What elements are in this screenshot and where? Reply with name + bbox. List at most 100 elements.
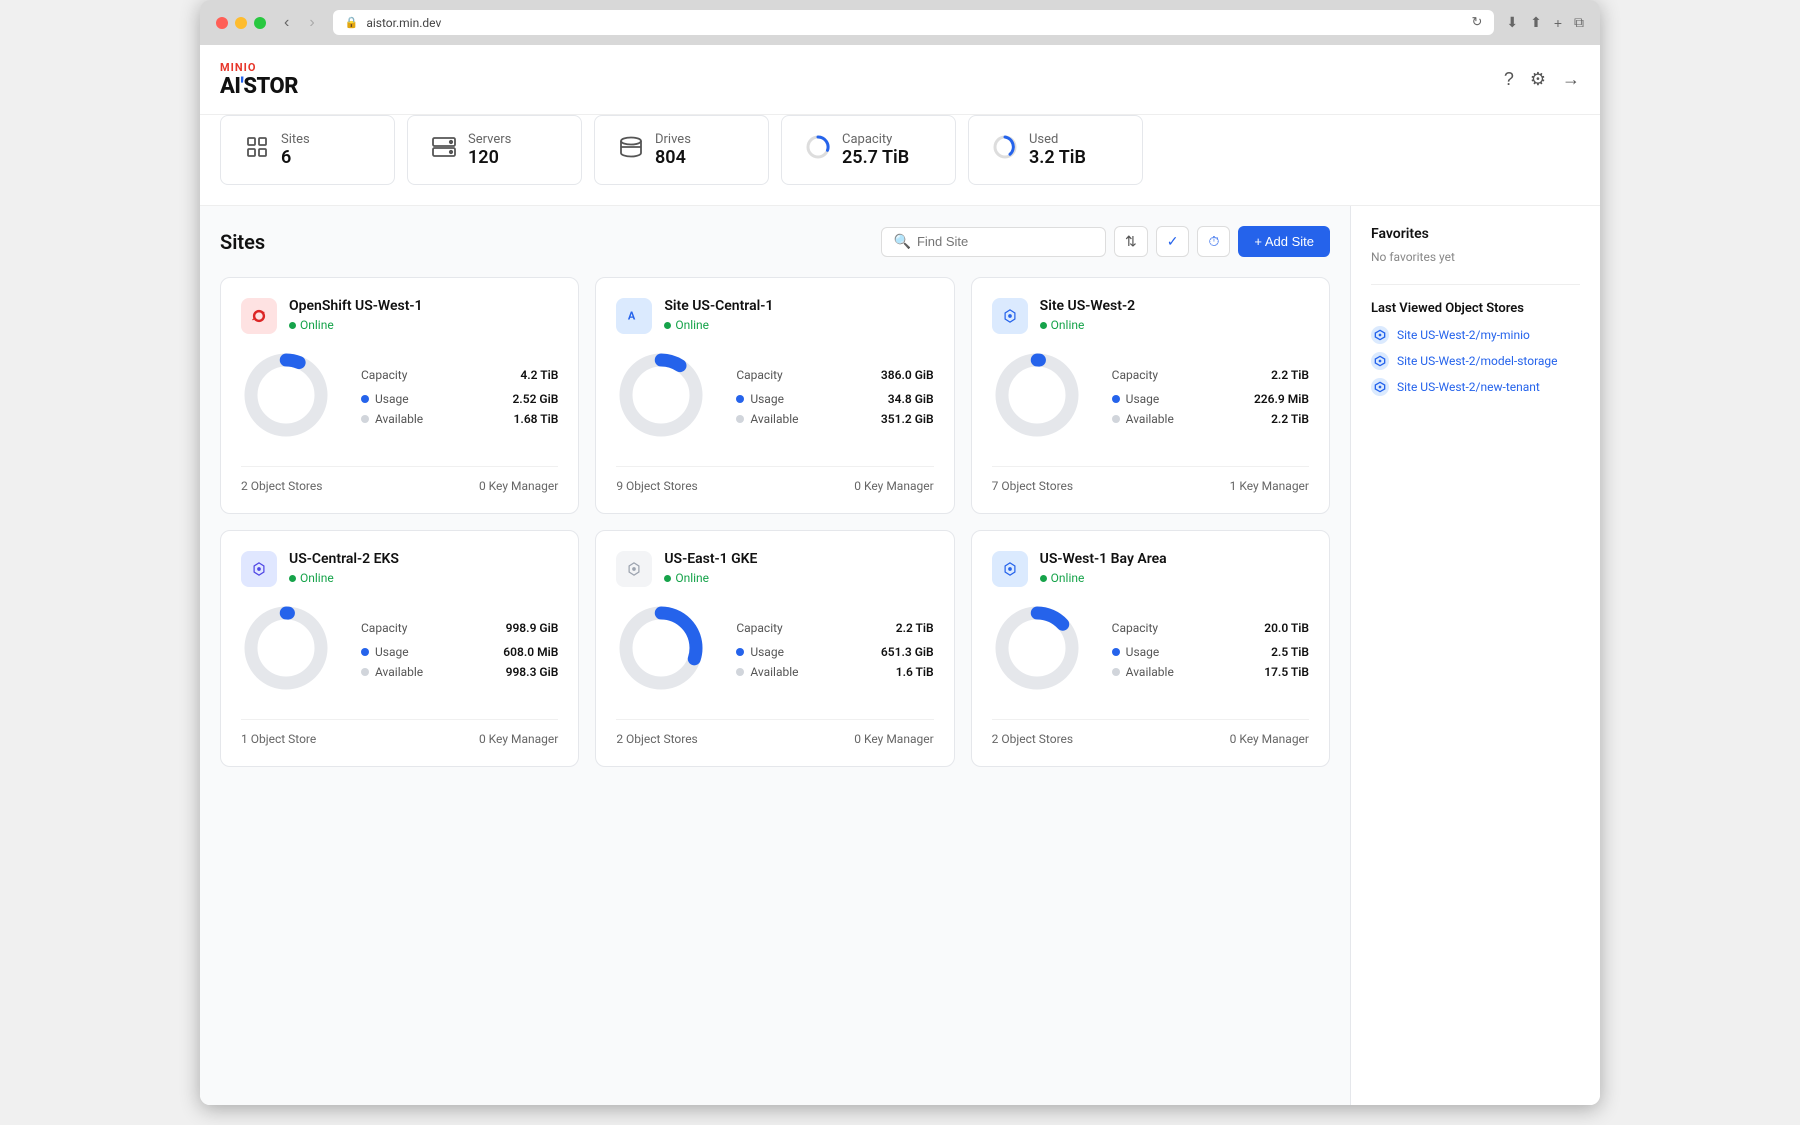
key-manager-count: 0 Key Manager <box>479 732 558 746</box>
donut-chart <box>992 350 1092 450</box>
available-row: Available 17.5 TiB <box>1112 665 1309 679</box>
object-stores-count: 2 Object Stores <box>241 479 322 493</box>
site-info: US-West-1 Bay Area Online <box>1040 551 1309 585</box>
capacity-value: 4.2 TiB <box>520 368 558 382</box>
capacity-label: Capacity <box>361 368 407 382</box>
site-card-site-us-central-1[interactable]: A Site US-Central-1 Online Capacity 386.… <box>595 277 954 514</box>
stat-info-capacity: Capacity 25.7 TiB <box>842 132 909 168</box>
usage-row: Usage 608.0 MiB <box>361 645 558 659</box>
sort-button[interactable]: ⇅ <box>1114 226 1148 257</box>
site-card-site-us-west-2[interactable]: Site US-West-2 Online Capacity 2.2 TiB <box>971 277 1330 514</box>
browser-titlebar: ‹ › 🔒 aistor.min.dev ↻ ⬇ ⬆ + ⧉ <box>200 0 1600 45</box>
site-card-header: A Site US-Central-1 Online <box>616 298 933 334</box>
settings-button[interactable]: ⚙ <box>1530 69 1546 90</box>
usage-row: Usage 2.5 TiB <box>1112 645 1309 659</box>
capacity-label: Capacity <box>361 621 407 635</box>
tabs-icon[interactable]: ⧉ <box>1574 14 1584 31</box>
usage-label-group: Usage <box>1112 645 1160 659</box>
minimize-traffic-light[interactable] <box>235 17 247 29</box>
usage-value: 34.8 GiB <box>888 392 934 406</box>
capacity-row: Capacity 4.2 TiB <box>361 368 558 382</box>
browser-nav-buttons: ‹ › <box>278 12 321 34</box>
site-card-header: Site US-West-2 Online <box>992 298 1309 334</box>
add-tab-icon[interactable]: + <box>1554 14 1562 31</box>
key-manager-count: 0 Key Manager <box>479 479 558 493</box>
metrics-info: Capacity 4.2 TiB Usage 2.52 GiB Availabl… <box>361 368 558 432</box>
logout-button[interactable]: → <box>1562 69 1580 90</box>
donut-chart <box>616 350 716 450</box>
last-viewed-item-2[interactable]: Site US-West-2/new-tenant <box>1371 378 1580 396</box>
reload-icon[interactable]: ↻ <box>1471 15 1482 30</box>
usage-row: Usage 2.52 GiB <box>361 392 558 406</box>
used-value: 3.2 TiB <box>1029 147 1086 168</box>
close-traffic-light[interactable] <box>216 17 228 29</box>
usage-dot <box>361 395 369 403</box>
usage-dot <box>361 648 369 656</box>
address-bar[interactable]: 🔒 aistor.min.dev ↻ <box>333 10 1495 35</box>
site-footer: 7 Object Stores 1 Key Manager <box>992 466 1309 493</box>
site-footer: 1 Object Store 0 Key Manager <box>241 719 558 746</box>
stat-card-servers: Servers 120 <box>407 115 582 185</box>
search-input[interactable] <box>917 234 1093 249</box>
site-metrics: Capacity 386.0 GiB Usage 34.8 GiB Availa… <box>616 350 933 450</box>
site-icon-gke <box>616 551 652 587</box>
help-button[interactable]: ? <box>1504 69 1514 90</box>
usage-label: Usage <box>750 645 784 659</box>
capacity-icon <box>806 135 830 165</box>
object-stores-count: 2 Object Stores <box>616 732 697 746</box>
forward-button[interactable]: › <box>303 12 320 34</box>
site-name: US-East-1 GKE <box>664 551 933 567</box>
usage-label: Usage <box>375 645 409 659</box>
usage-label-group: Usage <box>361 392 409 406</box>
servers-icon <box>432 137 456 163</box>
site-card-us-east-1-gke[interactable]: US-East-1 GKE Online Capacity 2.2 TiB <box>595 530 954 767</box>
capacity-value: 2.2 TiB <box>896 621 934 635</box>
last-viewed-label: Site US-West-2/my-minio <box>1397 328 1530 342</box>
last-viewed-label: Site US-West-2/new-tenant <box>1397 380 1540 394</box>
capacity-value: 25.7 TiB <box>842 147 909 168</box>
site-card-openshift-us-west-1[interactable]: OpenShift US-West-1 Online Capacity 4.2 … <box>220 277 579 514</box>
available-value: 2.2 TiB <box>1271 412 1309 426</box>
search-box[interactable]: 🔍 <box>881 227 1106 257</box>
available-label: Available <box>375 412 423 426</box>
back-button[interactable]: ‹ <box>278 12 295 34</box>
site-info: US-East-1 GKE Online <box>664 551 933 585</box>
available-label: Available <box>1126 412 1174 426</box>
available-label-group: Available <box>1112 412 1174 426</box>
sites-value: 6 <box>281 147 310 168</box>
maximize-traffic-light[interactable] <box>254 17 266 29</box>
site-card-us-west-1-bay-area[interactable]: US-West-1 Bay Area Online Capacity 20.0 … <box>971 530 1330 767</box>
sites-icon <box>245 135 269 165</box>
available-dot <box>361 415 369 423</box>
download-icon[interactable]: ⬇ <box>1506 14 1518 31</box>
site-card-header: OpenShift US-West-1 Online <box>241 298 558 334</box>
metrics-info: Capacity 2.2 TiB Usage 651.3 GiB Availab… <box>736 621 933 685</box>
site-footer: 9 Object Stores 0 Key Manager <box>616 466 933 493</box>
used-label: Used <box>1029 132 1086 147</box>
status-dot <box>1040 575 1047 582</box>
available-dot <box>1112 668 1120 676</box>
top-nav: MINIO AI'STOR ? ⚙ → <box>200 45 1600 115</box>
last-viewed-item-0[interactable]: Site US-West-2/my-minio <box>1371 326 1580 344</box>
site-icon-openshift <box>241 298 277 334</box>
filter-time-button[interactable]: ⏱ <box>1197 226 1230 257</box>
available-label-group: Available <box>736 412 798 426</box>
add-site-button[interactable]: + Add Site <box>1238 226 1330 257</box>
nav-actions: ? ⚙ → <box>1504 69 1580 90</box>
site-card-header: US-Central-2 EKS Online <box>241 551 558 587</box>
sidebar-divider <box>1371 284 1580 285</box>
last-viewed-item-1[interactable]: Site US-West-2/model-storage <box>1371 352 1580 370</box>
site-status: Online <box>1040 571 1309 585</box>
available-value: 351.2 GiB <box>881 412 934 426</box>
share-icon[interactable]: ⬆ <box>1530 14 1542 31</box>
traffic-lights <box>216 17 266 29</box>
site-metrics: Capacity 998.9 GiB Usage 608.0 MiB Avail… <box>241 603 558 703</box>
filter-check-button[interactable]: ✓ <box>1156 226 1190 257</box>
drives-value: 804 <box>655 147 691 168</box>
object-stores-count: 9 Object Stores <box>616 479 697 493</box>
site-name: Site US-Central-1 <box>664 298 933 314</box>
usage-label: Usage <box>1126 645 1160 659</box>
used-icon <box>993 135 1017 165</box>
site-card-us-central-2-eks[interactable]: US-Central-2 EKS Online Capacity 998.9 G… <box>220 530 579 767</box>
site-footer: 2 Object Stores 0 Key Manager <box>241 466 558 493</box>
